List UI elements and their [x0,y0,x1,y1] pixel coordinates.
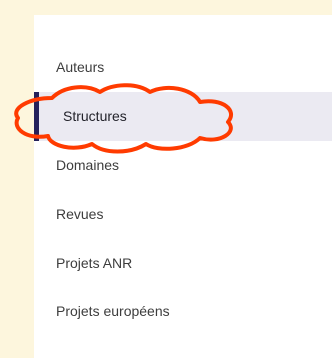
sidebar-item-label: Auteurs [56,59,105,76]
sidebar-item-auteurs[interactable]: Auteurs [34,43,332,92]
sidebar-item-revues[interactable]: Revues [34,189,332,238]
sidebar-item-label: Revues [56,205,104,222]
sidebar-menu: Auteurs Structures Domaines Revues Proje… [34,43,332,336]
sidebar-item-projets-europeens[interactable]: Projets européens [34,287,332,336]
sidebar-item-structures[interactable]: Structures [34,91,332,141]
sidebar-item-label: Structures [63,108,127,125]
sidebar-panel: Auteurs Structures Domaines Revues Proje… [34,15,332,358]
sidebar-item-projets-anr[interactable]: Projets ANR [34,238,332,287]
sidebar-item-label: Domaines [56,156,120,173]
sidebar-item-domaines[interactable]: Domaines [34,141,332,190]
sidebar-item-label: Projets européens [56,303,170,320]
sidebar-item-label: Projets ANR [56,254,133,271]
